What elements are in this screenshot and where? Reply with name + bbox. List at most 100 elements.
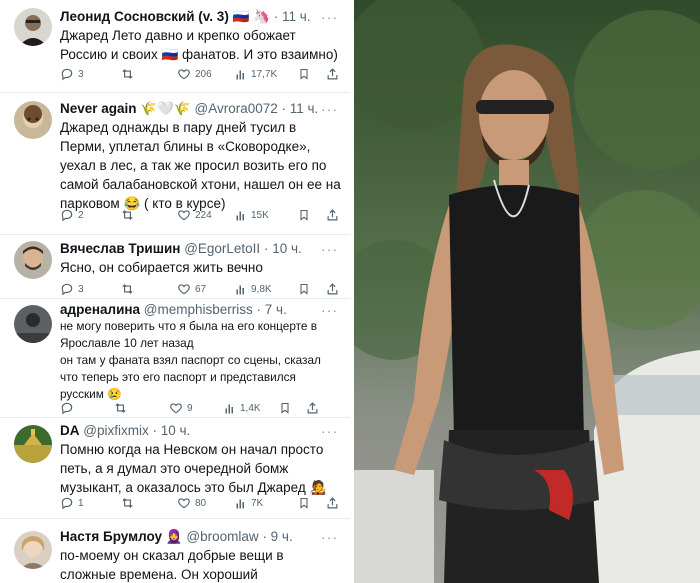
tweet-time[interactable]: · 9 ч.: [262, 529, 292, 544]
more-icon[interactable]: ···: [321, 10, 338, 24]
tweet-text: не могу поверить что я была на его конце…: [60, 319, 321, 401]
author-name[interactable]: Вячеслав Тришин: [60, 241, 180, 256]
bookmark-button[interactable]: [298, 494, 310, 512]
more-icon[interactable]: ···: [321, 424, 338, 438]
bookmark-icon: [298, 496, 310, 510]
like-count: 206: [195, 68, 212, 80]
like-button[interactable]: 9: [169, 399, 193, 417]
avatar[interactable]: [14, 101, 52, 139]
retweet-icon: [120, 496, 135, 510]
reply-button[interactable]: 3: [60, 65, 84, 83]
reply-count: 1: [78, 497, 84, 509]
author-name[interactable]: DA: [60, 423, 80, 438]
tweet[interactable]: адреналина @memphisberriss · 7 ч. ··· не…: [0, 299, 350, 417]
tweet-time[interactable]: · 11 ч.: [282, 101, 319, 116]
like-icon: [177, 496, 191, 510]
reply-button[interactable]: [60, 399, 78, 417]
like-icon: [177, 208, 191, 222]
bookmark-button[interactable]: [298, 65, 310, 83]
tweet[interactable]: Леонид Сосновский (v. 3) 🇷🇺 🦄 · 11 ч. ··…: [0, 0, 350, 92]
bookmark-icon: [298, 208, 310, 222]
share-button[interactable]: [326, 65, 339, 83]
avatar[interactable]: [14, 305, 52, 343]
like-button[interactable]: 80: [177, 494, 206, 512]
tweet-time[interactable]: · 11 ч.: [274, 9, 311, 24]
author-handle[interactable]: @EgorLetoII: [184, 241, 260, 256]
views-icon: [235, 68, 247, 81]
share-icon: [326, 496, 339, 510]
retweet-button[interactable]: [120, 494, 139, 512]
views-count: 7K: [251, 497, 264, 509]
share-button[interactable]: [326, 206, 339, 224]
bookmark-button[interactable]: [279, 399, 291, 417]
avatar[interactable]: [14, 425, 52, 463]
author-handle[interactable]: @Avrora0072: [194, 101, 277, 116]
like-button[interactable]: 67: [177, 280, 206, 298]
tweet[interactable]: DA @pixfixmix · 10 ч. ··· Помню когда на…: [0, 418, 350, 518]
views-button[interactable]: 7K: [235, 494, 263, 512]
views-button[interactable]: 1,4K: [224, 399, 261, 417]
tweet-text: по-моему он сказал добрые вещи в сложные…: [60, 548, 284, 582]
retweet-button[interactable]: [120, 206, 139, 224]
bookmark-icon: [279, 401, 291, 415]
views-count: 17,7K: [251, 68, 278, 80]
author-name[interactable]: Never again 🌾🤍🌾: [60, 101, 191, 116]
author-name[interactable]: Настя Брумлоу 🧕: [60, 529, 183, 544]
tweet-text: Джаред Лето давно и крепко обожает Росси…: [60, 28, 338, 62]
views-button[interactable]: 15K: [235, 206, 269, 224]
avatar[interactable]: [14, 531, 52, 569]
share-button[interactable]: [326, 280, 339, 298]
author-name[interactable]: адреналина: [60, 302, 140, 317]
tweet-actions: 2 224 15K: [60, 206, 345, 224]
like-count: 224: [195, 209, 212, 221]
tweet-text: Ясно, он собирается жить вечно: [60, 260, 263, 275]
author-handle[interactable]: @pixfixmix: [83, 423, 148, 438]
like-icon: [177, 282, 191, 296]
tweet-time[interactable]: · 10 ч.: [264, 241, 302, 256]
retweet-button[interactable]: [113, 399, 132, 417]
retweet-icon: [120, 282, 135, 296]
tweet[interactable]: Never again 🌾🤍🌾 @Avrora0072 · 11 ч. ··· …: [0, 93, 350, 235]
tweet[interactable]: Вячеслав Тришин @EgorLetoII · 10 ч. ··· …: [0, 235, 350, 299]
tweet-actions: 3 206 17,7K: [60, 65, 345, 83]
bookmark-icon: [298, 67, 310, 81]
tweet-time[interactable]: · 7 ч.: [257, 302, 287, 317]
tweet-text: Джаред однажды в пару дней тусил в Перми…: [60, 120, 341, 211]
reply-button[interactable]: 2: [60, 206, 84, 224]
views-icon: [235, 497, 247, 510]
avatar[interactable]: [14, 241, 52, 279]
tweet-time[interactable]: · 10 ч.: [153, 423, 191, 438]
bookmark-icon: [298, 282, 310, 296]
reply-count: 3: [78, 68, 84, 80]
celebrity-photo: [354, 0, 700, 583]
tweet[interactable]: Настя Брумлоу 🧕 @broomlaw · 9 ч. ··· по-…: [0, 519, 350, 583]
author-handle[interactable]: @memphisberriss: [144, 302, 253, 317]
like-count: 67: [195, 283, 207, 295]
retweet-button[interactable]: [120, 65, 139, 83]
retweet-button[interactable]: [120, 280, 139, 298]
views-button[interactable]: 17,7K: [235, 65, 277, 83]
like-icon: [169, 401, 183, 415]
reply-count: 3: [78, 283, 84, 295]
more-icon[interactable]: ···: [321, 530, 338, 544]
like-button[interactable]: 224: [177, 206, 212, 224]
tweet-actions: 3 67 9,8K: [60, 280, 345, 298]
more-icon[interactable]: ···: [321, 102, 338, 116]
bookmark-button[interactable]: [298, 206, 310, 224]
author-name[interactable]: Леонид Сосновский (v. 3) 🇷🇺 🦄: [60, 9, 270, 24]
tweet-text: Помню когда на Невском он начал просто п…: [60, 442, 327, 495]
reply-icon: [60, 282, 74, 296]
reply-button[interactable]: 1: [60, 494, 84, 512]
views-button[interactable]: 9,8K: [235, 280, 272, 298]
share-icon: [326, 67, 339, 81]
avatar[interactable]: [14, 8, 52, 46]
reply-button[interactable]: 3: [60, 280, 84, 298]
share-button[interactable]: [326, 494, 339, 512]
share-button[interactable]: [306, 399, 319, 417]
more-icon[interactable]: ···: [321, 303, 338, 317]
like-button[interactable]: 206: [177, 65, 212, 83]
more-icon[interactable]: ···: [321, 242, 338, 256]
bookmark-button[interactable]: [298, 280, 310, 298]
author-handle[interactable]: @broomlaw: [186, 529, 258, 544]
views-count: 1,4K: [240, 402, 261, 414]
